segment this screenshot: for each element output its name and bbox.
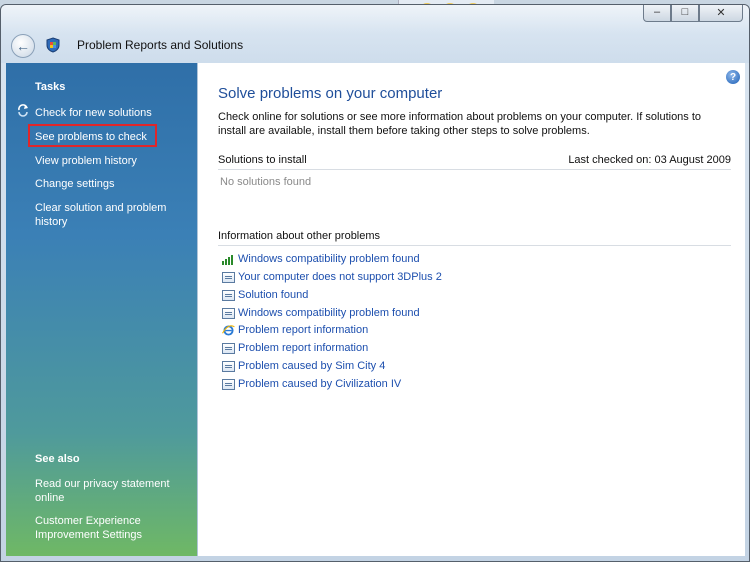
problem-label: Problem report information [238,342,369,354]
document-icon [222,378,235,390]
problem-link[interactable]: Problem report information [222,323,368,337]
problem-label: Your computer does not support 3DPlus 2 [238,271,442,283]
problem-label: Problem report information [238,324,369,336]
document-icon [222,360,235,372]
link-ceip-settings[interactable]: Customer Experience Improvement Settings [35,514,185,542]
no-solutions-text: No solutions found [220,176,312,188]
task-view-problem-history[interactable]: View problem history [35,154,185,168]
window-title: Problem Reports and Solutions [77,38,244,52]
minimize-button[interactable]: – [643,5,671,22]
refresh-icon [18,104,28,117]
task-see-problems-to-check[interactable]: See problems to check [35,130,185,144]
page-heading: Solve problems on your computer [218,85,443,102]
problem-label: Windows compatibility problem found [238,307,420,319]
problem-link[interactable]: Problem report information [222,341,368,355]
link-privacy-statement[interactable]: Read our privacy statement online [35,477,185,505]
problem-reports-window: – □ ✕ ← Problem Reports and Solutions Ta… [0,4,750,562]
problem-label: Windows compatibility problem found [238,253,420,265]
solutions-label: Solutions to install [218,154,307,166]
problem-link[interactable]: Problem caused by Sim City 4 [222,359,385,373]
maximize-button[interactable]: □ [671,5,699,22]
document-icon [222,289,235,301]
internet-explorer-icon [222,324,235,336]
see-also-heading: See also [35,453,80,465]
problem-link[interactable]: Solution found [222,288,308,302]
signal-icon [222,254,233,265]
problem-link[interactable]: Your computer does not support 3DPlus 2 [222,270,442,284]
problem-link[interactable]: Problem caused by Civilization IV [222,377,401,391]
problem-label: Solution found [238,289,309,301]
tasks-heading: Tasks [35,81,66,93]
solutions-section-header: Solutions to install Last checked on: 03… [218,154,731,170]
back-arrow-icon: ← [16,38,30,54]
close-button[interactable]: ✕ [699,5,743,22]
problem-link[interactable]: Windows compatibility problem found [222,306,420,320]
other-problems-label: Information about other problems [218,230,381,242]
problem-label: Problem caused by Civilization IV [238,378,402,390]
task-clear-history[interactable]: Clear solution and problem history [35,201,180,229]
document-icon [222,342,235,354]
content-pane: ? Solve problems on your computer Check … [197,63,745,556]
page-description: Check online for solutions or see more i… [218,111,702,137]
window-controls: – □ ✕ [643,5,743,22]
task-check-new-solutions[interactable]: Check for new solutions [35,106,185,120]
task-change-settings[interactable]: Change settings [35,177,185,191]
title-bar [1,5,749,63]
document-icon [222,307,235,319]
task-pane: Tasks Check for new solutions See proble… [6,63,197,556]
problem-reports-icon [46,37,60,53]
document-icon [222,271,235,283]
back-button[interactable]: ← [11,34,35,58]
problem-link[interactable]: Windows compatibility problem found [222,252,420,266]
last-checked-text: Last checked on: 03 August 2009 [568,154,731,166]
other-problems-section-header: Information about other problems [218,230,731,246]
help-icon[interactable]: ? [726,70,740,84]
problem-label: Problem caused by Sim City 4 [238,360,386,372]
